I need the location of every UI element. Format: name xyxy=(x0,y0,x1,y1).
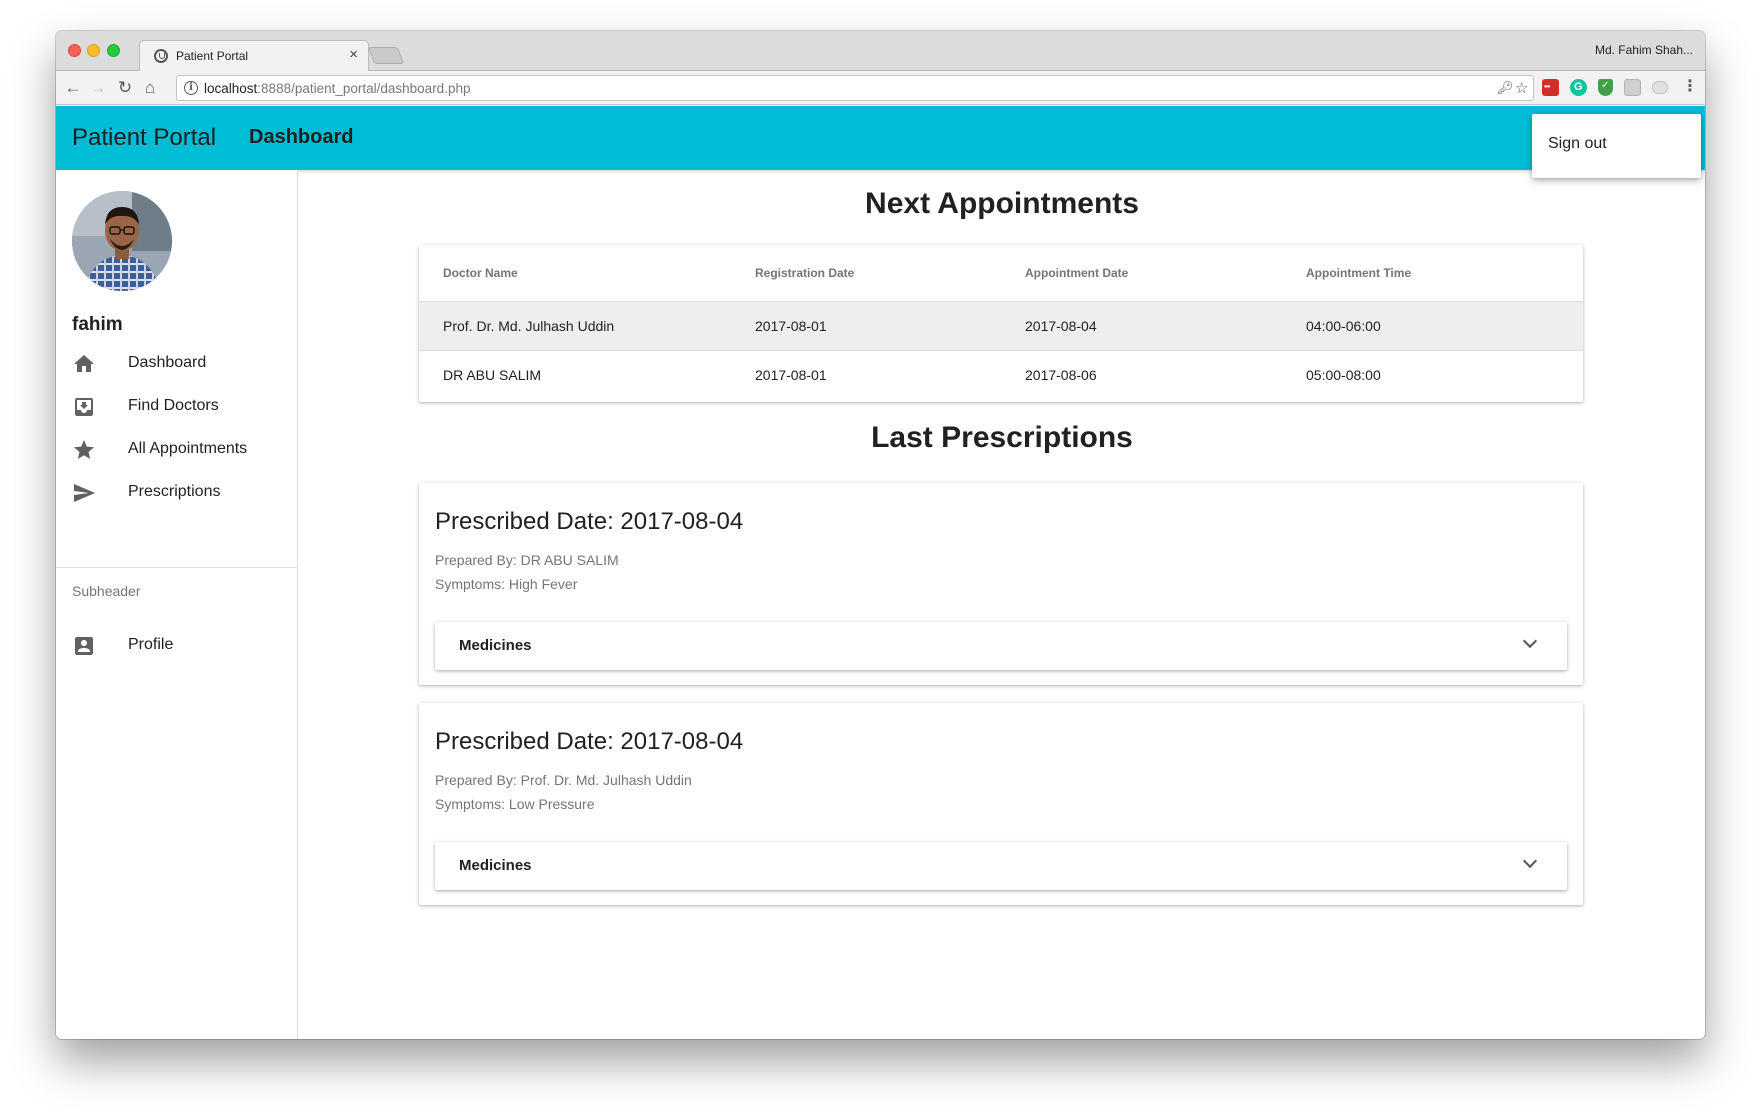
username: fahim xyxy=(72,314,123,335)
sidebar-item-label: Dashboard xyxy=(128,354,207,371)
prepared-by: Prepared By: Prof. Dr. Md. Julhash Uddin xyxy=(435,772,692,788)
sidebar-item-prescriptions[interactable]: Prescriptions xyxy=(56,471,298,515)
medicines-expansion-panel[interactable]: Medicines xyxy=(435,622,1567,670)
url-host: localhost xyxy=(204,81,258,96)
user-menu: Sign out xyxy=(1532,114,1701,178)
chevron-down-icon[interactable] xyxy=(1522,853,1538,869)
move-to-inbox-icon xyxy=(75,398,93,416)
sidebar-divider xyxy=(56,567,298,568)
grammarly-extension-icon[interactable] xyxy=(1570,79,1587,96)
cell-appointment-time: 04:00-06:00 xyxy=(1306,301,1583,351)
prepared-by: Prepared By: DR ABU SALIM xyxy=(435,552,619,568)
account-box-icon xyxy=(75,637,93,655)
table-row[interactable]: Prof. Dr. Md. Julhash Uddin 2017-08-01 2… xyxy=(419,301,1583,351)
sidebar-item-label: Profile xyxy=(128,636,174,653)
close-window-button[interactable] xyxy=(68,44,81,57)
new-tab-button[interactable] xyxy=(367,47,405,64)
address-bar[interactable]: i localhost:8888/patient_portal/dashboar… xyxy=(176,75,1534,101)
avatar-image xyxy=(72,191,172,291)
cell-registration-date: 2017-08-01 xyxy=(755,366,827,383)
site-info-icon[interactable]: i xyxy=(184,81,198,95)
sidebar-item-profile[interactable]: Profile xyxy=(56,624,298,668)
sidebar-item-label: Find Doctors xyxy=(128,397,219,414)
sidebar-subheader: Subheader xyxy=(72,583,141,599)
star-icon xyxy=(74,440,94,459)
symptoms: Symptoms: Low Pressure xyxy=(435,796,595,812)
cell-doctor-name: Prof. Dr. Md. Julhash Uddin xyxy=(419,301,755,351)
cell-registration-date: 2017-08-01 xyxy=(755,301,1025,351)
prescription-card: Prescribed Date: 2017-08-04 Prepared By:… xyxy=(419,483,1583,685)
tab-close-icon[interactable]: × xyxy=(349,46,358,63)
tab-title: Patient Portal xyxy=(176,49,249,63)
chevron-down-icon[interactable] xyxy=(1522,633,1538,649)
symptoms: Symptoms: High Fever xyxy=(435,576,578,592)
next-appointments-title: Next Appointments xyxy=(865,187,1139,220)
prescription-card: Prescribed Date: 2017-08-04 Prepared By:… xyxy=(419,703,1583,905)
medicines-label: Medicines xyxy=(459,857,532,874)
url-path: :8888/patient_portal/dashboard.php xyxy=(257,81,471,96)
sidebar-item-find-doctors[interactable]: Find Doctors xyxy=(56,385,298,429)
cell-appointment-date: 2017-08-06 xyxy=(1025,366,1097,383)
minimize-window-button[interactable] xyxy=(87,44,100,57)
prescribed-date: Prescribed Date: 2017-08-04 xyxy=(435,508,744,535)
browser-window: Patient Portal × Md. Fahim Shah... ← → ↻… xyxy=(56,31,1705,1039)
app-nav-dashboard[interactable]: Dashboard xyxy=(249,126,353,149)
prescribed-date: Prescribed Date: 2017-08-04 xyxy=(435,728,744,755)
key-icon[interactable]: 🔑︎ xyxy=(1497,80,1514,96)
browser-toolbar: ← → ↻ ⌂ i localhost:8888/patient_portal/… xyxy=(56,71,1705,105)
column-header-appointment-date[interactable]: Appointment Date xyxy=(1025,245,1306,302)
browser-profile-name[interactable]: Md. Fahim Shah... xyxy=(1595,43,1693,57)
appointments-table: Doctor Name Registration Date Appointmen… xyxy=(419,245,1583,402)
reload-icon[interactable]: ↻ xyxy=(115,78,135,98)
back-arrow-icon[interactable]: ← xyxy=(63,78,83,98)
home-button-icon[interactable]: ⌂ xyxy=(140,78,160,98)
app-bar: Patient Portal Dashboard xyxy=(56,106,1705,170)
browser-tab[interactable]: Patient Portal × xyxy=(139,40,369,71)
sign-out-menu-item[interactable]: Sign out xyxy=(1548,135,1607,153)
column-header-doctor-name[interactable]: Doctor Name xyxy=(419,245,755,302)
cell-doctor-name: DR ABU SALIM xyxy=(443,366,542,383)
extension-icon[interactable] xyxy=(1624,79,1641,96)
shield-extension-icon[interactable] xyxy=(1598,79,1613,96)
sidebar-item-dashboard[interactable]: Dashboard xyxy=(56,342,298,386)
home-icon xyxy=(74,355,94,372)
medicines-label: Medicines xyxy=(459,637,532,654)
bookmark-star-icon[interactable]: ☆ xyxy=(1515,79,1528,97)
sidebar: fahim Dashboard Find Doctors All Appoint… xyxy=(56,170,298,1039)
tab-strip: Patient Portal × Md. Fahim Shah... xyxy=(56,31,1705,71)
sidebar-item-label: Prescriptions xyxy=(128,483,221,500)
url-text[interactable]: localhost:8888/patient_portal/dashboard.… xyxy=(204,81,470,96)
app-title[interactable]: Patient Portal xyxy=(72,124,216,152)
cell-appointment-time: 05:00-08:00 xyxy=(1306,366,1381,383)
avatar[interactable] xyxy=(72,191,172,291)
column-header-registration-date[interactable]: Registration Date xyxy=(755,245,1025,302)
sidebar-item-label: All Appointments xyxy=(128,440,248,457)
maximize-window-button[interactable] xyxy=(107,44,120,57)
last-prescriptions-title: Last Prescriptions xyxy=(871,421,1133,454)
medicines-expansion-panel[interactable]: Medicines xyxy=(435,842,1567,890)
main-content: Next Appointments Doctor Name Registrati… xyxy=(299,170,1705,1039)
forward-arrow-icon[interactable]: → xyxy=(88,78,108,98)
cell-appointment-date: 2017-08-04 xyxy=(1025,301,1306,351)
cast-extension-icon[interactable] xyxy=(1652,81,1668,94)
browser-menu-icon[interactable]: ⋮ xyxy=(1682,77,1698,97)
send-icon xyxy=(74,484,95,502)
table-header-row: Doctor Name Registration Date Appointmen… xyxy=(419,245,1583,302)
sidebar-item-all-appointments[interactable]: All Appointments xyxy=(56,428,298,472)
column-header-appointment-time[interactable]: Appointment Time xyxy=(1306,245,1583,302)
lastpass-extension-icon[interactable] xyxy=(1542,79,1559,96)
favicon-icon xyxy=(154,49,168,63)
table-row[interactable]: DR ABU SALIM 2017-08-01 2017-08-06 05:00… xyxy=(419,350,1583,399)
